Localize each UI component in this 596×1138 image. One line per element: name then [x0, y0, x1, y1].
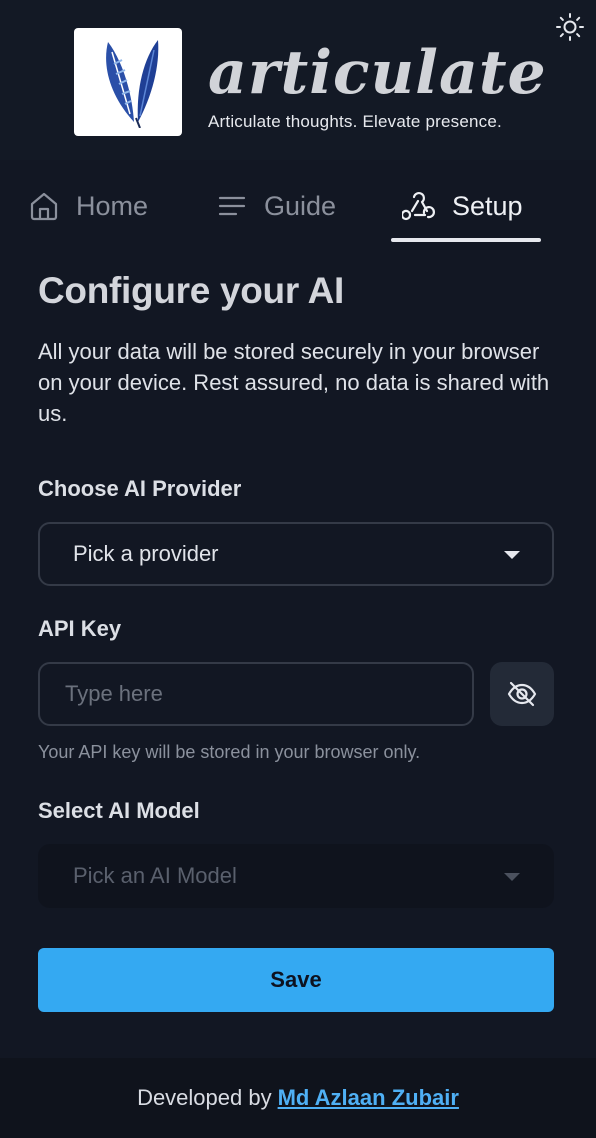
sun-icon: [556, 13, 584, 41]
brand-name: articulate: [208, 38, 547, 108]
tab-setup[interactable]: Setup: [402, 186, 523, 226]
app-root: articulate Articulate thoughts. Elevate …: [0, 0, 596, 1138]
page-title: Configure your AI: [38, 270, 344, 311]
model-select-value: Pick an AI Model: [73, 863, 237, 888]
feather-logo-icon: [106, 40, 159, 128]
logo: [74, 28, 182, 136]
page-description: All your data will be stored securely in…: [38, 339, 550, 426]
footer-prefix: Developed by: [137, 1085, 272, 1110]
caret-down-icon: [504, 551, 520, 559]
nav-tabs: Home Guide Setup: [0, 160, 596, 246]
model-label: Select AI Model: [38, 798, 200, 823]
provider-label: Choose AI Provider: [38, 476, 242, 501]
save-button[interactable]: Save: [38, 948, 554, 1012]
toggle-visibility-button[interactable]: [490, 662, 554, 726]
model-select[interactable]: Pick an AI Model: [38, 844, 554, 908]
tab-guide-label: Guide: [264, 190, 337, 221]
caret-down-icon: [504, 873, 520, 881]
home-icon: [30, 192, 58, 221]
tab-setup-label: Setup: [452, 190, 523, 221]
tab-home-label: Home: [76, 190, 149, 221]
footer: Developed by Md Azlaan Zubair: [0, 1058, 596, 1138]
api-key-input[interactable]: [38, 662, 474, 726]
tab-home[interactable]: Home: [28, 186, 148, 226]
provider-select-value: Pick a provider: [73, 541, 219, 566]
webhook-icon: [402, 192, 435, 221]
author-link[interactable]: Md Azlaan Zubair: [278, 1085, 459, 1111]
api-key-label: API Key: [38, 616, 122, 641]
tab-guide[interactable]: Guide: [216, 186, 336, 226]
menu-lines-icon: [218, 196, 246, 216]
api-key-help-text: Your API key will be stored in your brow…: [38, 742, 421, 762]
active-tab-indicator: [391, 238, 541, 242]
theme-toggle-button[interactable]: [553, 10, 587, 44]
provider-select[interactable]: Pick a provider: [38, 522, 554, 586]
tagline: Articulate thoughts. Elevate presence.: [208, 112, 502, 131]
eye-off-icon: [507, 681, 537, 707]
header: articulate Articulate thoughts. Elevate …: [0, 0, 596, 160]
